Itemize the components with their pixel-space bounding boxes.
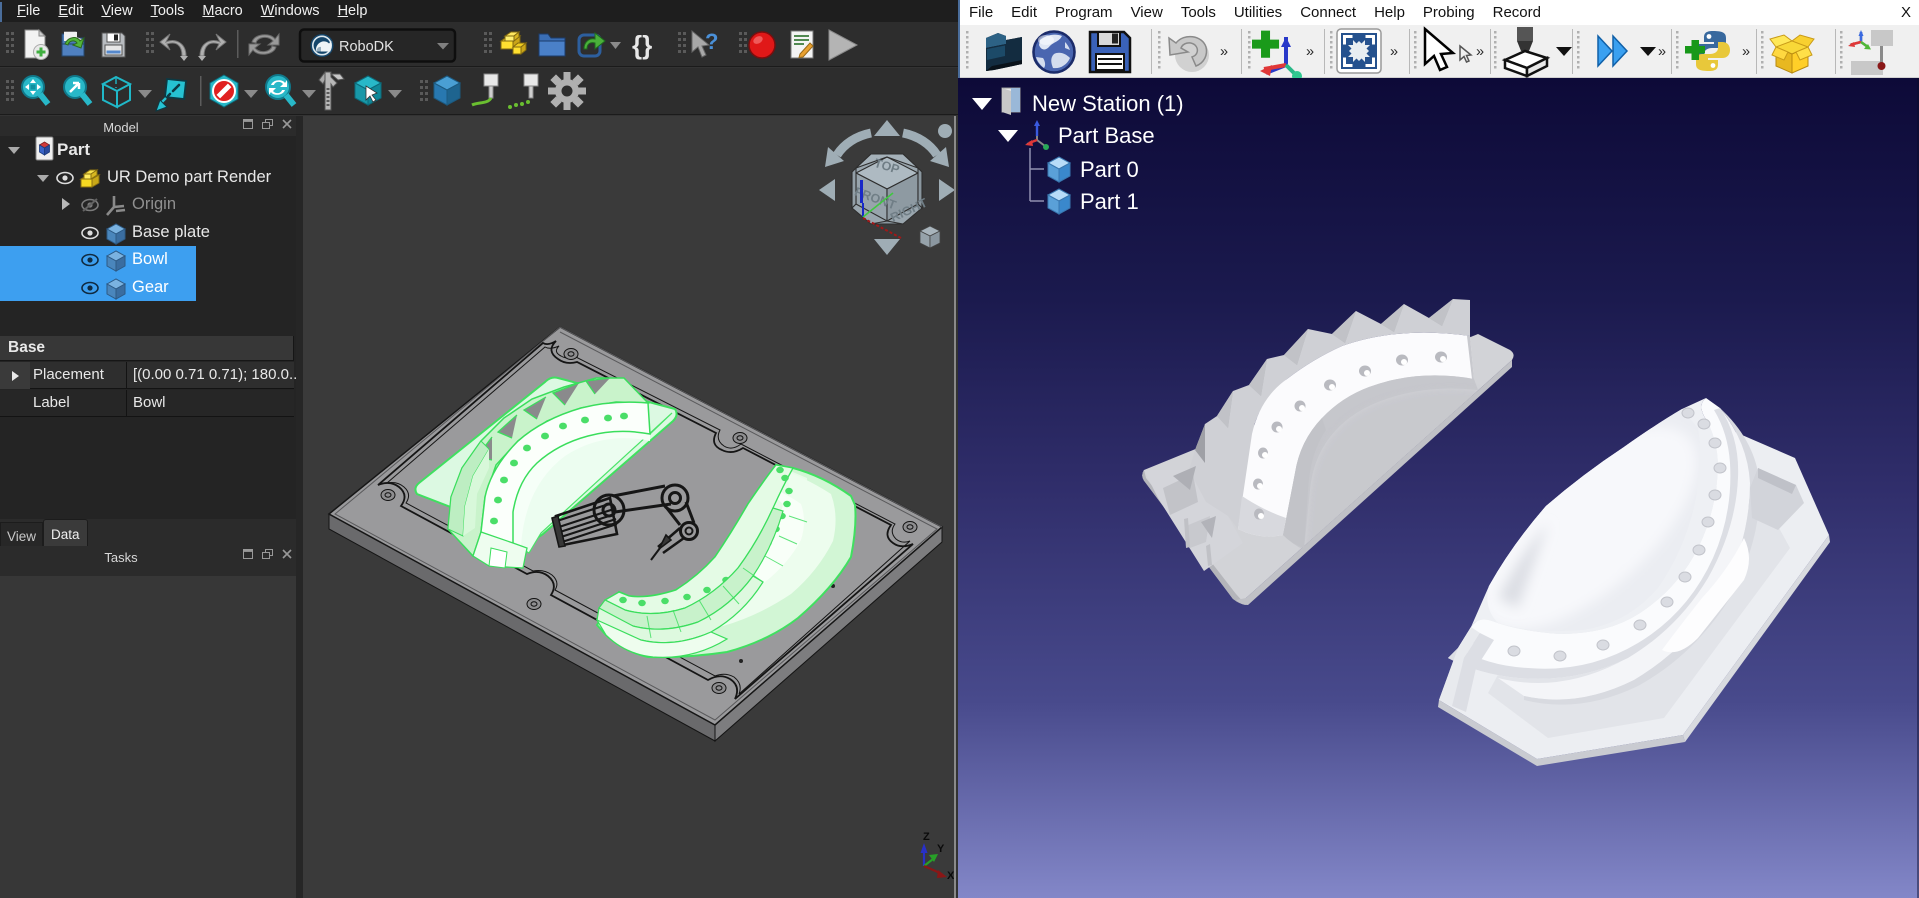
svg-text:New Station (1): New Station (1) xyxy=(1032,91,1184,116)
svg-text:Part 0: Part 0 xyxy=(1080,157,1139,182)
svg-text:Part 1: Part 1 xyxy=(1080,189,1139,214)
svg-text:{}: {} xyxy=(632,30,652,60)
svg-text:?: ? xyxy=(705,29,718,54)
svg-text:Part Base: Part Base xyxy=(1058,123,1155,148)
svg-text:RoboDK: RoboDK xyxy=(339,39,394,55)
svg-text:Z: Z xyxy=(923,831,930,843)
svg-text:Y: Y xyxy=(937,843,945,855)
